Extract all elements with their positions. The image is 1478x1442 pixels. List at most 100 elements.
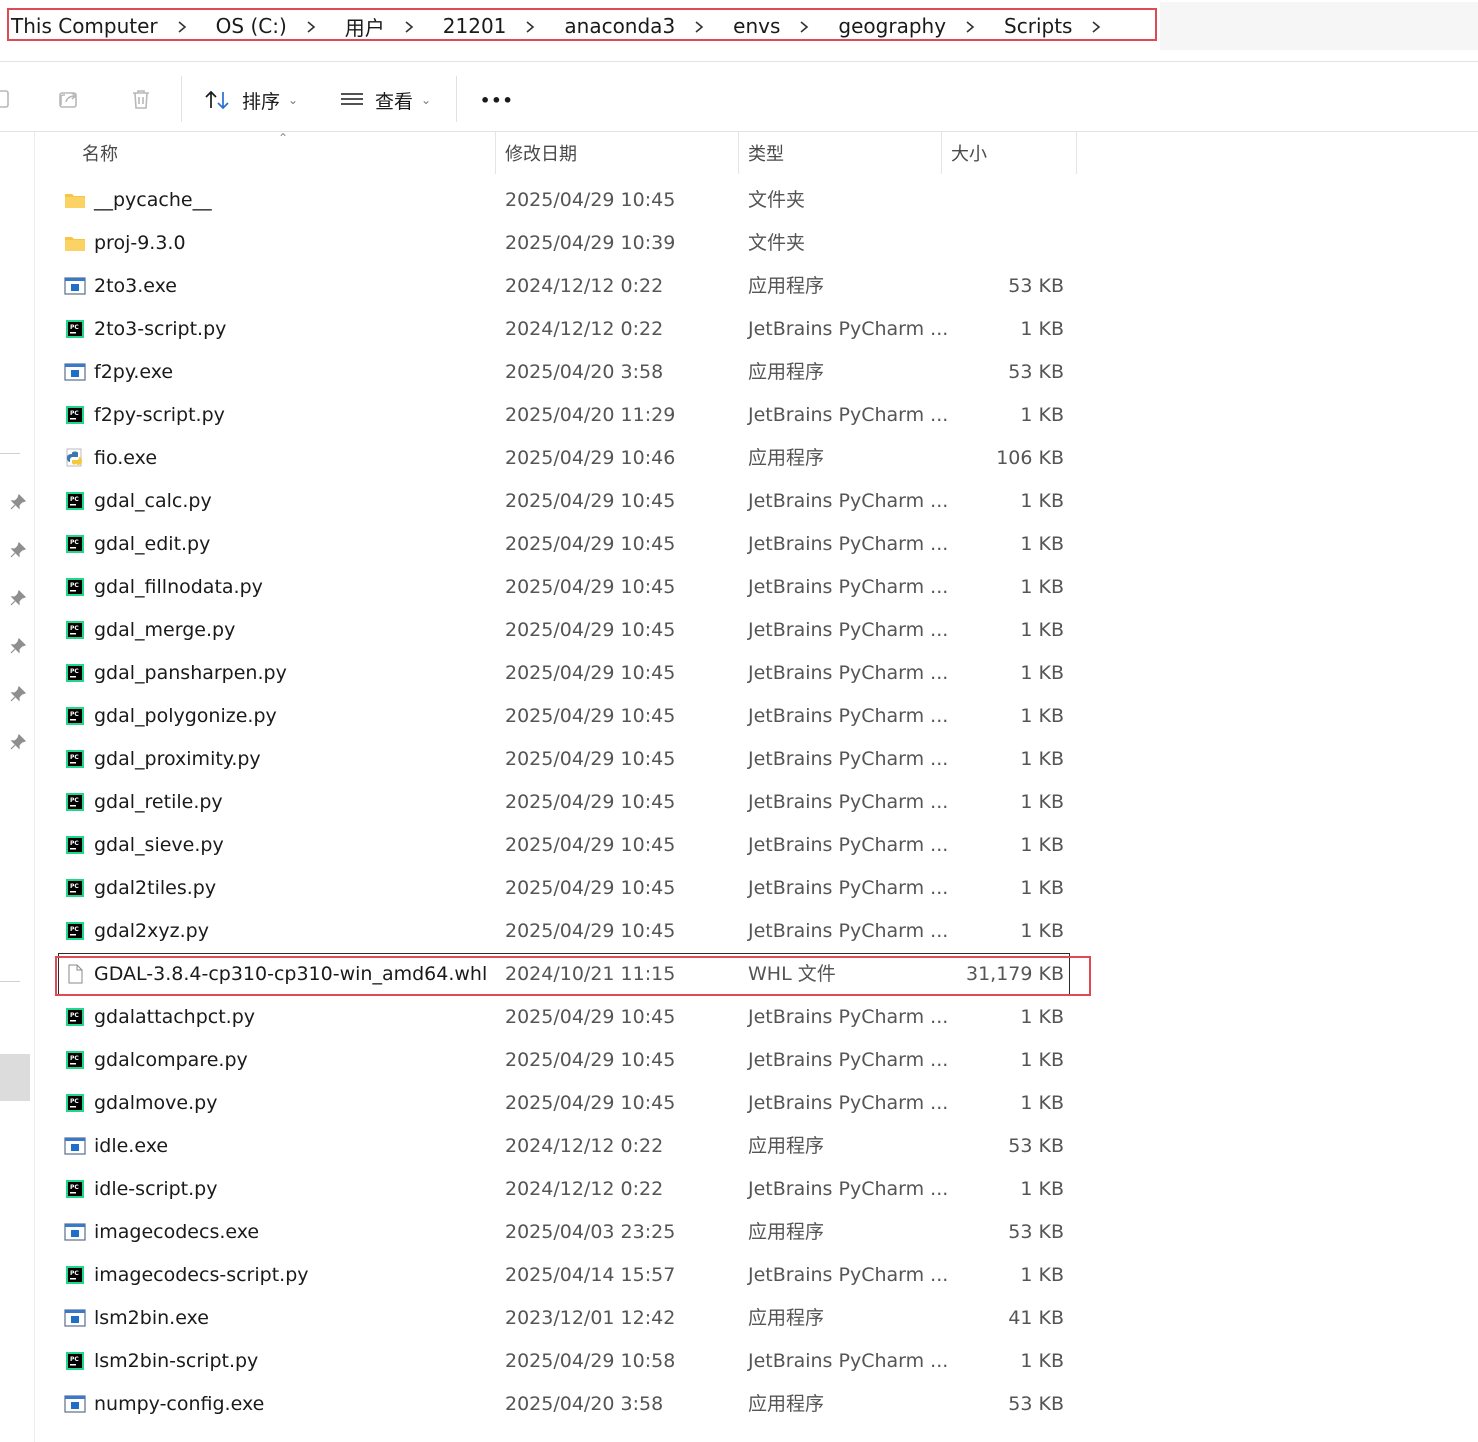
file-name: gdal_pansharpen.py [94, 662, 287, 684]
chevron-down-icon: ⌄ [421, 93, 432, 107]
file-row[interactable]: PC gdal_calc.py 2025/04/29 10:45 JetBrains … [58, 480, 1070, 523]
pin-icon[interactable] [9, 637, 27, 655]
column-separator[interactable] [495, 132, 496, 174]
address-bar-empty-area[interactable] [1160, 2, 1478, 50]
file-row[interactable]: PC 2to3-script.py 2024/12/12 0:22 JetBrains… [58, 308, 1070, 351]
svg-text:PC: PC [70, 539, 79, 546]
column-separator[interactable] [1076, 132, 1077, 174]
view-button[interactable]: 查看 ⌄ [339, 86, 431, 114]
sort-button[interactable]: 排序 ⌄ [204, 86, 298, 114]
pycharm-icon: PC [66, 1051, 84, 1069]
file-row[interactable]: PC lsm2bin-script.py 2025/04/29 10:58 JetBr… [58, 1340, 1070, 1383]
file-type: JetBrains PyCharm ... [748, 1264, 949, 1286]
file-size: 53 KB [1008, 1393, 1064, 1415]
file-type: 应用程序 [748, 1221, 825, 1243]
pin-icon[interactable] [9, 685, 27, 703]
file-date: 2025/04/29 10:45 [505, 189, 676, 211]
copy-icon[interactable] [0, 88, 14, 112]
svg-text:PC: PC [70, 668, 79, 675]
pin-icon[interactable] [9, 541, 27, 559]
file-type: 文件夹 [748, 232, 806, 254]
file-type: JetBrains PyCharm ... [748, 834, 949, 856]
file-row[interactable]: fio.exe 2025/04/29 10:46 应用程序 106 KB [58, 437, 1070, 480]
file-type: JetBrains PyCharm ... [748, 404, 949, 426]
file-name: 2to3-script.py [94, 318, 227, 340]
file-name: gdalmove.py [94, 1092, 218, 1114]
column-header-name[interactable]: 名称 [82, 132, 118, 174]
file-row[interactable]: imagecodecs.exe 2025/04/03 23:25 应用程序 53 KB [58, 1211, 1070, 1254]
file-size: 1 KB [1020, 1049, 1064, 1071]
pycharm-icon: PC [66, 707, 84, 725]
file-row[interactable]: PC gdal2tiles.py 2025/04/29 10:45 JetBrains… [58, 867, 1070, 910]
exe-icon [64, 1137, 86, 1155]
svg-text:PC: PC [70, 840, 79, 847]
exe-icon [64, 1395, 86, 1413]
share-icon[interactable] [57, 87, 81, 111]
file-type: JetBrains PyCharm ... [748, 619, 949, 641]
file-row[interactable]: PC gdal2xyz.py 2025/04/29 10:45 JetBrains P… [58, 910, 1070, 953]
pycharm-icon: PC [66, 836, 84, 854]
address-bar[interactable]: This Computer OS (C:) 用户 21201 anaconda3 envs… [0, 0, 1478, 50]
navigation-pane[interactable] [0, 132, 35, 1442]
file-row[interactable]: idle.exe 2024/12/12 0:22 应用程序 53 KB [58, 1125, 1070, 1168]
file-row[interactable]: PC gdal_retile.py 2025/04/29 10:45 JetBrain… [58, 781, 1070, 824]
file-date: 2025/04/29 10:45 [505, 662, 676, 684]
file-row[interactable]: PC f2py-script.py 2025/04/20 11:29 JetBrain… [58, 394, 1070, 437]
file-type: 应用程序 [748, 447, 825, 469]
file-row[interactable]: lsm2bin.exe 2023/12/01 12:42 应用程序 41 KB [58, 1297, 1070, 1340]
file-row[interactable]: PC gdal_proximity.py 2025/04/29 10:45 JetBr… [58, 738, 1070, 781]
file-row[interactable]: PC gdalmove.py 2025/04/29 10:45 JetBrains P… [58, 1082, 1070, 1125]
file-date: 2024/12/12 0:22 [505, 1178, 664, 1200]
file-type: JetBrains PyCharm ... [748, 705, 949, 727]
file-row[interactable]: PC gdalcompare.py 2025/04/29 10:45 JetBrain… [58, 1039, 1070, 1082]
nav-selected-item[interactable] [0, 1054, 30, 1101]
file-name: __pycache__ [94, 189, 212, 211]
more-options-button[interactable]: ••• [480, 86, 514, 114]
column-header-date[interactable]: 修改日期 [505, 132, 577, 174]
file-size: 31,179 KB [965, 963, 1064, 985]
file-row[interactable]: PC gdal_edit.py 2025/04/29 10:45 JetBrains … [58, 523, 1070, 566]
file-type: JetBrains PyCharm ... [748, 490, 949, 512]
file-row[interactable]: PC imagecodecs-script.py 2025/04/14 15:57 J… [58, 1254, 1070, 1297]
delete-icon[interactable] [129, 87, 153, 111]
more-icon: ••• [480, 90, 514, 110]
file-row[interactable]: GDAL-3.8.4-cp310-cp310-win_amd64.whl 2024… [58, 953, 1070, 996]
file-row[interactable]: PC gdal_polygonize.py 2025/04/29 10:45 JetB… [58, 695, 1070, 738]
column-header-type[interactable]: 类型 [748, 132, 784, 174]
file-row[interactable]: PC gdal_fillnodata.py 2025/04/29 10:45 JetB… [58, 566, 1070, 609]
file-row[interactable]: PC gdal_merge.py 2025/04/29 10:45 JetBrains… [58, 609, 1070, 652]
file-name: gdal_sieve.py [94, 834, 224, 856]
svg-text:PC: PC [70, 1184, 79, 1191]
pycharm-icon: PC [66, 578, 84, 596]
file-row[interactable]: 2to3.exe 2024/12/12 0:22 应用程序 53 KB [58, 265, 1070, 308]
file-row[interactable]: f2py.exe 2025/04/20 3:58 应用程序 53 KB [58, 351, 1070, 394]
file-date: 2025/04/20 3:58 [505, 361, 664, 383]
pin-icon[interactable] [9, 493, 27, 511]
file-row[interactable]: PC gdalattachpct.py 2025/04/29 10:45 JetBra… [58, 996, 1070, 1039]
file-type: JetBrains PyCharm ... [748, 1049, 949, 1071]
file-size: 1 KB [1020, 1264, 1064, 1286]
file-date: 2025/04/29 10:46 [505, 447, 676, 469]
file-name: gdal_calc.py [94, 490, 212, 512]
file-type: JetBrains PyCharm ... [748, 1006, 949, 1028]
pin-icon[interactable] [9, 733, 27, 751]
pin-icon[interactable] [9, 589, 27, 607]
file-name: gdal_retile.py [94, 791, 223, 813]
file-row[interactable]: PC idle-script.py 2024/12/12 0:22 JetBrains… [58, 1168, 1070, 1211]
file-row[interactable]: PC gdal_pansharpen.py 2025/04/29 10:45 JetB… [58, 652, 1070, 695]
file-row[interactable]: PC gdal_sieve.py 2025/04/29 10:45 JetBrains… [58, 824, 1070, 867]
file-date: 2025/04/29 10:45 [505, 920, 676, 942]
column-separator[interactable] [941, 132, 942, 174]
column-header-size[interactable]: 大小 [951, 132, 987, 174]
address-highlight-box [7, 8, 1157, 41]
svg-text:PC: PC [70, 1012, 79, 1019]
file-row[interactable]: numpy-config.exe 2025/04/20 3:58 应用程序 53 KB [58, 1383, 1070, 1426]
column-separator[interactable] [738, 132, 739, 174]
file-name: idle.exe [94, 1135, 169, 1157]
file-row[interactable]: proj-9.3.0 2025/04/29 10:39 文件夹 [58, 222, 1070, 265]
svg-text:PC: PC [70, 410, 79, 417]
sort-icon [205, 90, 229, 110]
file-row[interactable]: __pycache__ 2025/04/29 10:45 文件夹 [58, 179, 1070, 222]
file-name: gdal_polygonize.py [94, 705, 277, 727]
file-size: 1 KB [1020, 1092, 1064, 1114]
